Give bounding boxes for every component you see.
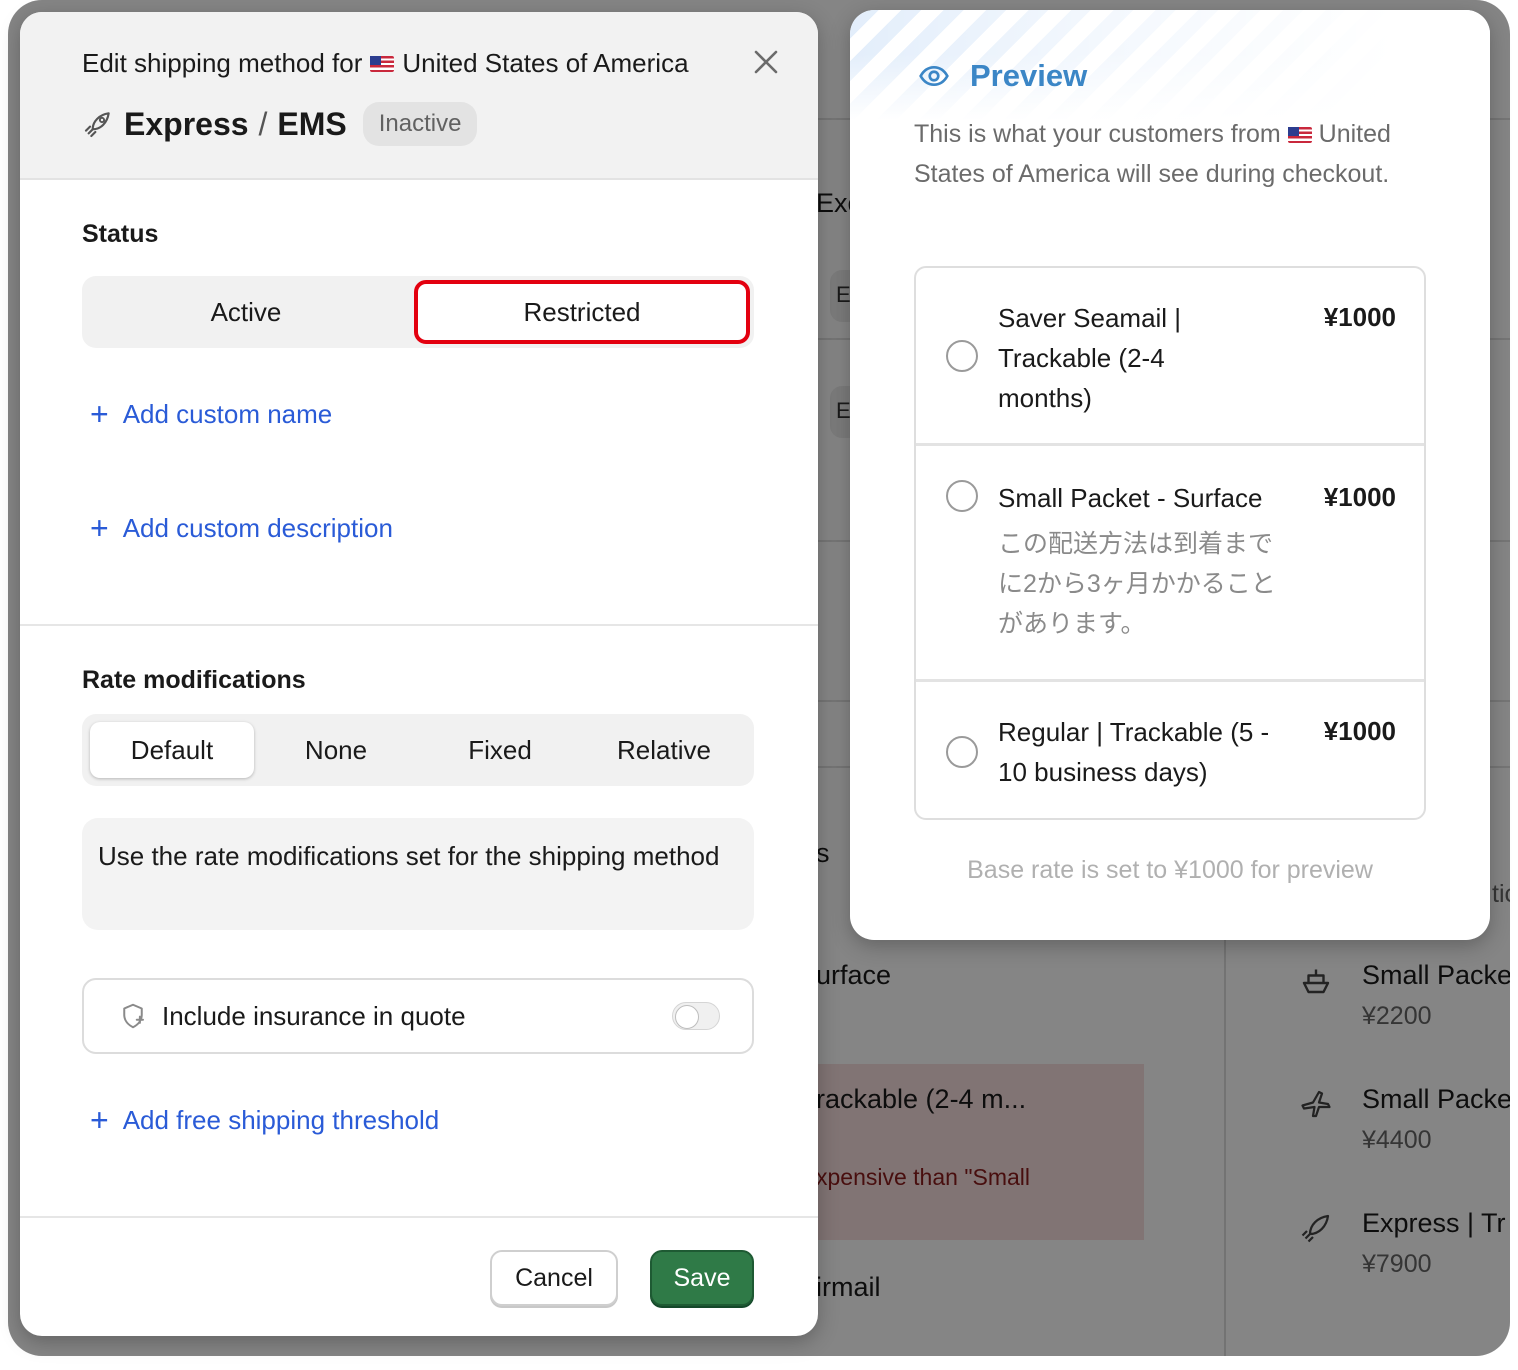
- rate-modifications-label: Rate modifications: [82, 666, 306, 694]
- section-divider: [20, 624, 818, 626]
- close-icon[interactable]: [750, 46, 782, 78]
- insurance-row: Include insurance in quote: [82, 978, 754, 1054]
- option-description: この配送方法は到着までに2から3ヶ月かかることがあります。: [998, 530, 1276, 638]
- option-name: Regular | Trackable (5 - 10 business day…: [998, 717, 1270, 787]
- modal-title-country: United States of America: [402, 48, 689, 78]
- add-custom-name-button[interactable]: + Add custom name: [90, 398, 332, 430]
- status-active-button[interactable]: Active: [82, 276, 410, 348]
- shield-plus-icon: [123, 1003, 144, 1029]
- insurance-label: Include insurance in quote: [162, 1000, 466, 1031]
- rate-relative-button[interactable]: Relative: [582, 722, 746, 778]
- plus-icon: +: [90, 396, 109, 432]
- rate-fixed-button[interactable]: Fixed: [418, 722, 582, 778]
- method-name: Express: [124, 105, 249, 142]
- eye-icon: [919, 65, 949, 87]
- modal-title-prefix: Edit shipping method for: [82, 48, 363, 78]
- preview-title: Preview: [918, 58, 1087, 94]
- status-badge: Inactive: [362, 102, 478, 146]
- status-restricted-button[interactable]: Restricted: [414, 280, 750, 344]
- option-price: ¥1000: [1323, 302, 1396, 332]
- edit-shipping-modal: Edit shipping method for United States o…: [20, 12, 818, 1336]
- rate-default-button[interactable]: Default: [90, 722, 254, 778]
- method-heading: Express / EMS Inactive: [82, 102, 478, 146]
- cancel-button[interactable]: Cancel: [490, 1250, 618, 1306]
- footer-divider: [20, 1216, 818, 1218]
- shipping-option[interactable]: Small Packet - Surface この配送方法は到着までに2から3ヶ…: [916, 448, 1424, 682]
- plus-icon: +: [90, 1102, 109, 1138]
- modal-header: Edit shipping method for United States o…: [20, 12, 818, 180]
- method-separator: /: [258, 105, 268, 142]
- option-radio[interactable]: [946, 340, 978, 372]
- us-flag-icon: [1287, 127, 1312, 144]
- us-flag-icon: [370, 55, 395, 72]
- option-price: ¥1000: [1323, 716, 1396, 746]
- add-free-shipping-threshold-button[interactable]: + Add free shipping threshold: [90, 1104, 439, 1136]
- add-custom-description-button[interactable]: + Add custom description: [90, 512, 393, 544]
- option-radio[interactable]: [946, 736, 978, 768]
- option-price: ¥1000: [1323, 482, 1396, 512]
- rate-info-box: Use the rate modifications set for the s…: [82, 818, 754, 930]
- preview-note: Base rate is set to ¥1000 for preview: [967, 856, 1373, 884]
- shipping-option[interactable]: Saver Seamail | Trackable (2-4 months) ¥…: [916, 268, 1424, 446]
- rate-none-button[interactable]: None: [254, 722, 418, 778]
- add-custom-name-label: Add custom name: [122, 398, 333, 429]
- modal-title: Edit shipping method for United States o…: [82, 48, 689, 79]
- add-custom-description-label: Add custom description: [122, 512, 393, 543]
- preview-description: This is what your customers from United …: [914, 114, 1434, 194]
- plus-icon: +: [90, 510, 109, 546]
- option-name: Saver Seamail | Trackable (2-4 months): [998, 303, 1182, 413]
- rocket-icon: [84, 112, 110, 138]
- method-carrier: EMS: [277, 105, 347, 142]
- rate-modifications-segmented-control: Default None Fixed Relative: [82, 714, 754, 786]
- shipping-option[interactable]: Regular | Trackable (5 - 10 business day…: [916, 684, 1424, 818]
- save-button[interactable]: Save: [650, 1250, 754, 1306]
- status-segmented-control: Active Restricted: [82, 276, 754, 348]
- preview-desc-prefix: This is what your customers from: [914, 120, 1281, 148]
- insurance-toggle[interactable]: [672, 1002, 720, 1030]
- shipping-options-list: Saver Seamail | Trackable (2-4 months) ¥…: [914, 266, 1426, 820]
- option-name: Small Packet - Surface: [998, 483, 1263, 513]
- option-radio[interactable]: [946, 480, 978, 512]
- preview-panel: Preview This is what your customers from…: [850, 10, 1490, 940]
- status-label: Status: [82, 220, 159, 248]
- add-free-shipping-label: Add free shipping threshold: [122, 1104, 440, 1135]
- preview-title-text: Preview: [970, 58, 1088, 93]
